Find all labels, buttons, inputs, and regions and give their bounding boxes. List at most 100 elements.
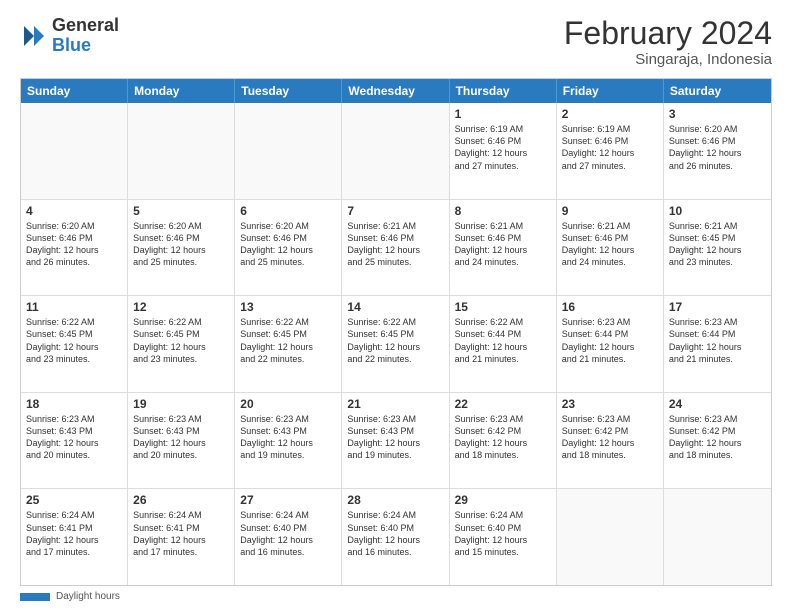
logo-text: General Blue [52, 16, 119, 56]
logo-blue-text: Blue [52, 36, 119, 56]
day-header-thursday: Thursday [450, 79, 557, 103]
calendar-cell [21, 103, 128, 199]
day-number: 4 [26, 204, 122, 218]
calendar-cell: 10 Sunrise: 6:21 AM Sunset: 6:45 PM Dayli… [664, 200, 771, 296]
cell-info: Sunrise: 6:22 AM Sunset: 6:45 PM Dayligh… [240, 316, 336, 365]
calendar-cell: 13 Sunrise: 6:22 AM Sunset: 6:45 PM Dayli… [235, 296, 342, 392]
logo: General Blue [20, 16, 119, 56]
cell-info: Sunrise: 6:20 AM Sunset: 6:46 PM Dayligh… [240, 220, 336, 269]
calendar-cell: 22 Sunrise: 6:23 AM Sunset: 6:42 PM Dayli… [450, 393, 557, 489]
calendar-cell: 5 Sunrise: 6:20 AM Sunset: 6:46 PM Daylig… [128, 200, 235, 296]
day-header-wednesday: Wednesday [342, 79, 449, 103]
day-number: 2 [562, 107, 658, 121]
cell-info: Sunrise: 6:20 AM Sunset: 6:46 PM Dayligh… [669, 123, 766, 172]
cell-info: Sunrise: 6:21 AM Sunset: 6:46 PM Dayligh… [455, 220, 551, 269]
cell-info: Sunrise: 6:24 AM Sunset: 6:41 PM Dayligh… [26, 509, 122, 558]
calendar-cell: 20 Sunrise: 6:23 AM Sunset: 6:43 PM Dayli… [235, 393, 342, 489]
cell-info: Sunrise: 6:23 AM Sunset: 6:43 PM Dayligh… [347, 413, 443, 462]
day-header-sunday: Sunday [21, 79, 128, 103]
calendar-cell: 2 Sunrise: 6:19 AM Sunset: 6:46 PM Daylig… [557, 103, 664, 199]
calendar-cell: 16 Sunrise: 6:23 AM Sunset: 6:44 PM Dayli… [557, 296, 664, 392]
calendar-cell [128, 103, 235, 199]
cell-info: Sunrise: 6:21 AM Sunset: 6:45 PM Dayligh… [669, 220, 766, 269]
cell-info: Sunrise: 6:20 AM Sunset: 6:46 PM Dayligh… [133, 220, 229, 269]
calendar-header: SundayMondayTuesdayWednesdayThursdayFrid… [21, 79, 771, 103]
day-number: 5 [133, 204, 229, 218]
calendar-row-2: 4 Sunrise: 6:20 AM Sunset: 6:46 PM Daylig… [21, 199, 771, 296]
day-number: 26 [133, 493, 229, 507]
cell-info: Sunrise: 6:22 AM Sunset: 6:44 PM Dayligh… [455, 316, 551, 365]
cell-info: Sunrise: 6:23 AM Sunset: 6:42 PM Dayligh… [455, 413, 551, 462]
cell-info: Sunrise: 6:21 AM Sunset: 6:46 PM Dayligh… [562, 220, 658, 269]
cell-info: Sunrise: 6:24 AM Sunset: 6:40 PM Dayligh… [347, 509, 443, 558]
calendar-cell: 25 Sunrise: 6:24 AM Sunset: 6:41 PM Dayli… [21, 489, 128, 585]
day-header-friday: Friday [557, 79, 664, 103]
day-number: 17 [669, 300, 766, 314]
calendar-cell: 7Sunrise: 6:21 AM Sunset: 6:46 PM Daylig… [342, 200, 449, 296]
calendar-cell: 11Sunrise: 6:22 AM Sunset: 6:45 PM Dayli… [21, 296, 128, 392]
day-number: 16 [562, 300, 658, 314]
cell-info: Sunrise: 6:24 AM Sunset: 6:41 PM Dayligh… [133, 509, 229, 558]
cell-info: Sunrise: 6:19 AM Sunset: 6:46 PM Dayligh… [455, 123, 551, 172]
day-number: 22 [455, 397, 551, 411]
title-block: February 2024 Singaraja, Indonesia [564, 16, 772, 68]
logo-general-text: General [52, 16, 119, 36]
cell-info: Sunrise: 6:23 AM Sunset: 6:44 PM Dayligh… [669, 316, 766, 365]
footer-bar-icon [20, 593, 50, 601]
day-number: 18 [26, 397, 122, 411]
day-header-saturday: Saturday [664, 79, 771, 103]
calendar-cell: 19 Sunrise: 6:23 AM Sunset: 6:43 PM Dayli… [128, 393, 235, 489]
cell-info: Sunrise: 6:23 AM Sunset: 6:42 PM Dayligh… [562, 413, 658, 462]
calendar-cell: 17 Sunrise: 6:23 AM Sunset: 6:44 PM Dayli… [664, 296, 771, 392]
cell-info: Sunrise: 6:23 AM Sunset: 6:43 PM Dayligh… [26, 413, 122, 462]
calendar-cell: 15Sunrise: 6:22 AM Sunset: 6:44 PM Dayli… [450, 296, 557, 392]
day-number: 1 [455, 107, 551, 121]
day-number: 29 [455, 493, 551, 507]
header: General Blue February 2024 Singaraja, In… [20, 16, 772, 68]
calendar-cell: 4 Sunrise: 6:20 AM Sunset: 6:46 PM Daylig… [21, 200, 128, 296]
cell-info: Sunrise: 6:20 AM Sunset: 6:46 PM Dayligh… [26, 220, 122, 269]
calendar-cell: 14 Sunrise: 6:22 AM Sunset: 6:45 PM Dayli… [342, 296, 449, 392]
day-number: 3 [669, 107, 766, 121]
calendar-cell: 24Sunrise: 6:23 AM Sunset: 6:42 PM Dayli… [664, 393, 771, 489]
calendar-body: 1 Sunrise: 6:19 AM Sunset: 6:46 PM Daylig… [21, 103, 771, 585]
cell-info: Sunrise: 6:23 AM Sunset: 6:43 PM Dayligh… [240, 413, 336, 462]
footer-label: Daylight hours [56, 591, 120, 602]
cell-info: Sunrise: 6:22 AM Sunset: 6:45 PM Dayligh… [26, 316, 122, 365]
calendar-cell: 21Sunrise: 6:23 AM Sunset: 6:43 PM Dayli… [342, 393, 449, 489]
cell-info: Sunrise: 6:23 AM Sunset: 6:42 PM Dayligh… [669, 413, 766, 462]
logo-icon [20, 22, 48, 50]
day-number: 19 [133, 397, 229, 411]
calendar-row-1: 1 Sunrise: 6:19 AM Sunset: 6:46 PM Daylig… [21, 103, 771, 199]
calendar-cell: 28 Sunrise: 6:24 AM Sunset: 6:40 PM Dayli… [342, 489, 449, 585]
day-number: 27 [240, 493, 336, 507]
day-number: 14 [347, 300, 443, 314]
day-number: 25 [26, 493, 122, 507]
cell-info: Sunrise: 6:24 AM Sunset: 6:40 PM Dayligh… [240, 509, 336, 558]
cell-info: Sunrise: 6:23 AM Sunset: 6:44 PM Dayligh… [562, 316, 658, 365]
calendar-cell: 29 Sunrise: 6:24 AM Sunset: 6:40 PM Dayli… [450, 489, 557, 585]
cell-info: Sunrise: 6:22 AM Sunset: 6:45 PM Dayligh… [347, 316, 443, 365]
cell-info: Sunrise: 6:19 AM Sunset: 6:46 PM Dayligh… [562, 123, 658, 172]
day-number: 28 [347, 493, 443, 507]
cell-info: Sunrise: 6:22 AM Sunset: 6:45 PM Dayligh… [133, 316, 229, 365]
cell-info: Sunrise: 6:23 AM Sunset: 6:43 PM Dayligh… [133, 413, 229, 462]
footer: Daylight hours [20, 591, 772, 602]
calendar-cell [664, 489, 771, 585]
calendar-cell: 8 Sunrise: 6:21 AM Sunset: 6:46 PM Daylig… [450, 200, 557, 296]
cell-info: Sunrise: 6:24 AM Sunset: 6:40 PM Dayligh… [455, 509, 551, 558]
day-header-monday: Monday [128, 79, 235, 103]
day-header-tuesday: Tuesday [235, 79, 342, 103]
day-number: 20 [240, 397, 336, 411]
day-number: 8 [455, 204, 551, 218]
calendar-row-4: 18 Sunrise: 6:23 AM Sunset: 6:43 PM Dayli… [21, 392, 771, 489]
day-number: 10 [669, 204, 766, 218]
calendar-cell: 23Sunrise: 6:23 AM Sunset: 6:42 PM Dayli… [557, 393, 664, 489]
calendar-cell [342, 103, 449, 199]
calendar-cell: 18 Sunrise: 6:23 AM Sunset: 6:43 PM Dayli… [21, 393, 128, 489]
day-number: 13 [240, 300, 336, 314]
day-number: 12 [133, 300, 229, 314]
calendar-cell: 27 Sunrise: 6:24 AM Sunset: 6:40 PM Dayli… [235, 489, 342, 585]
calendar-cell: 12 Sunrise: 6:22 AM Sunset: 6:45 PM Dayli… [128, 296, 235, 392]
calendar-row-3: 11Sunrise: 6:22 AM Sunset: 6:45 PM Dayli… [21, 295, 771, 392]
